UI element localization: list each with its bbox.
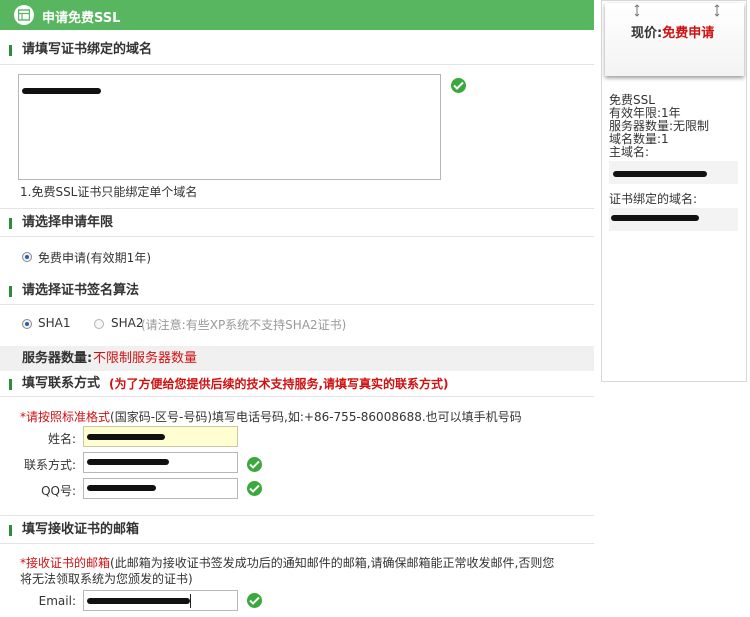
divider	[0, 304, 594, 305]
domain-textarea[interactable]	[18, 74, 441, 180]
check-icon	[247, 457, 262, 472]
phone-input[interactable]	[83, 452, 238, 473]
redaction-mark	[87, 459, 169, 465]
redaction-mark	[613, 171, 707, 177]
domain-note: 1.免费SSL证书只能绑定单个域名	[20, 185, 198, 199]
main-domain-label: 主域名:	[609, 145, 650, 159]
sha2-radio[interactable]	[94, 319, 104, 329]
price-line: 现价:免费申请	[631, 26, 715, 41]
price-card: 现价:免费申请	[605, 3, 744, 76]
check-icon	[247, 593, 262, 608]
email-label: Email:	[38, 594, 76, 608]
qq-label: QQ号:	[41, 484, 76, 498]
period-section-title: 请选择申请年限	[0, 210, 594, 236]
text-caret	[190, 594, 191, 608]
email-hint-line2: 将无法领取系统为您颁发的证书)	[20, 572, 193, 586]
header-bar: 申请免费SSL	[0, 0, 594, 30]
divider	[0, 515, 594, 516]
server-count-label: 服务器数量:	[22, 351, 93, 366]
main-domain-value	[609, 161, 738, 184]
sha1-radio[interactable]	[22, 319, 32, 329]
redaction-mark	[87, 434, 165, 440]
form-icon	[14, 5, 34, 25]
divider	[0, 236, 594, 237]
main-form: 申请免费SSL 请填写证书绑定的域名 1.免费SSL证书只能绑定单个域名 请选择…	[0, 0, 594, 617]
check-icon	[451, 78, 466, 93]
name-label: 姓名:	[47, 432, 76, 446]
sha1-label: SHA1	[38, 316, 71, 330]
header-title: 申请免费SSL	[42, 11, 121, 26]
bound-domain-value	[609, 208, 738, 231]
divider	[0, 64, 594, 65]
divider	[0, 208, 594, 209]
domain-section-title: 请填写证书绑定的域名	[0, 37, 594, 63]
email-input[interactable]	[83, 590, 238, 611]
email-hint-line1: *接收证书的邮箱(此邮箱为接收证书签发成功后的通知邮件的邮箱,请确保邮箱能正常收…	[20, 556, 555, 570]
phone-label: 联系方式:	[23, 458, 76, 472]
server-count-value: 不限制服务器数量	[93, 351, 198, 366]
redaction-mark	[22, 88, 101, 94]
qq-input[interactable]	[83, 478, 238, 499]
sha2-note: (请注意:有些XP系统不支持SHA2证书)	[141, 318, 347, 332]
check-icon	[247, 481, 262, 496]
free-period-radio[interactable]	[22, 252, 32, 262]
redaction-mark	[87, 598, 190, 604]
contact-title-note: (为了方便给您提供后续的技术支持服务,请填写真实的联系方式)	[109, 377, 449, 391]
free-period-label: 免费申请(有效期1年)	[38, 251, 151, 265]
pin-icon	[714, 4, 720, 17]
redaction-mark	[611, 215, 699, 221]
divider	[0, 543, 594, 544]
algo-section-title: 请选择证书签名算法	[0, 278, 594, 304]
divider	[0, 396, 594, 397]
bound-domain-label: 证书绑定的域名:	[609, 192, 698, 206]
email-section-title: 填写接收证书的邮箱	[0, 517, 594, 543]
server-count-row: 服务器数量: 不限制服务器数量	[0, 346, 594, 371]
pin-icon	[634, 4, 640, 17]
phone-format-hint: *请按照标准格式(国家码-区号-号码)填写电话号码,如:+86-755-8600…	[20, 410, 522, 424]
contact-section-title: 填写联系方式 (为了方便给您提供后续的技术支持服务,请填写真实的联系方式)	[0, 371, 594, 397]
redaction-mark	[87, 485, 156, 491]
sha2-label: SHA2	[111, 316, 144, 330]
name-input[interactable]	[83, 426, 238, 447]
